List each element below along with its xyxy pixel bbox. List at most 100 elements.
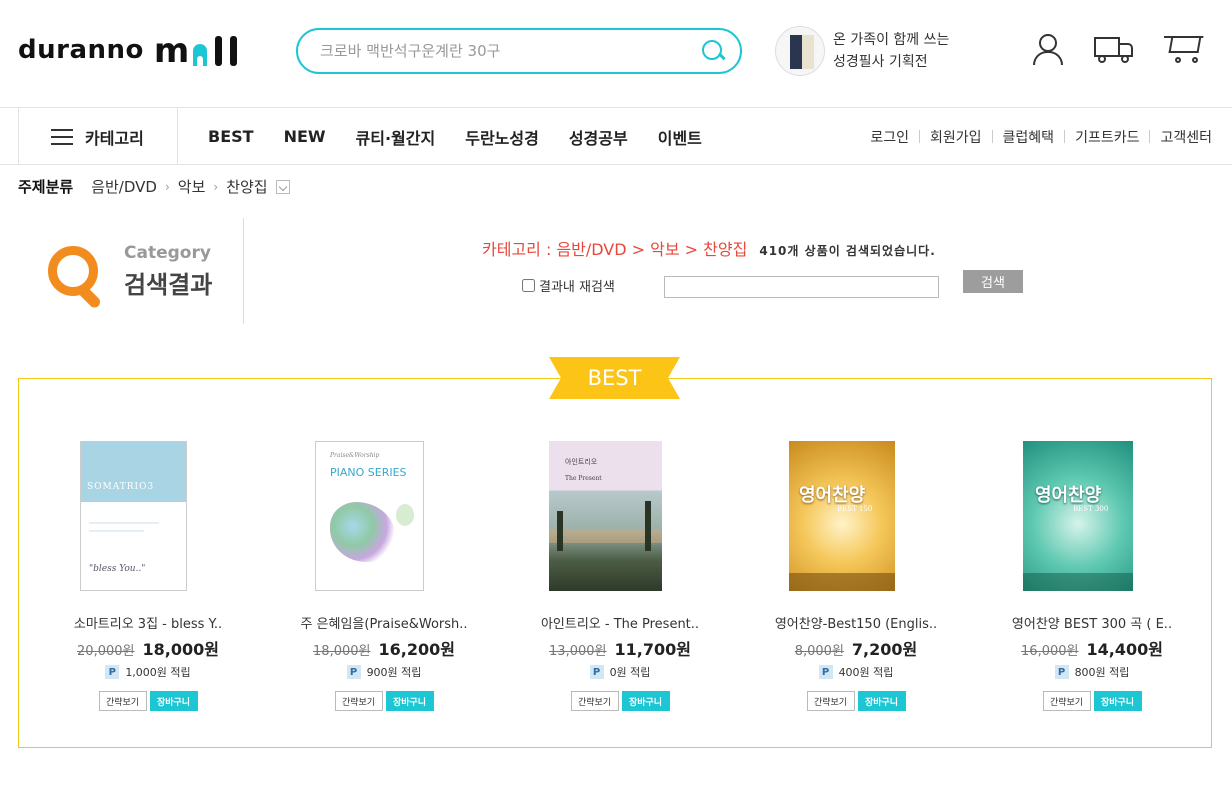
- points-text: 800원 적립: [1074, 666, 1130, 679]
- promo-text: 온 가족이 함께 쓰는 성경필사 기획전: [833, 29, 949, 73]
- customer-center-link[interactable]: 고객센터: [1160, 127, 1212, 147]
- hamburger-icon: [51, 128, 73, 145]
- sale-price: 18,000원: [142, 640, 219, 659]
- product-name[interactable]: 주 은혜임을(Praise&Worsh..: [266, 613, 502, 632]
- product-prices: 13,000원 11,700원: [502, 636, 738, 660]
- research-checkbox-label[interactable]: 결과내 재검색: [522, 276, 615, 295]
- divider: [991, 130, 993, 143]
- add-to-cart-button[interactable]: 장바구니: [1093, 691, 1142, 711]
- promo-thumbnail: [775, 26, 825, 76]
- logo[interactable]: duranno m: [18, 30, 238, 70]
- cover-title: SOMATRIO3: [87, 482, 155, 492]
- breadcrumb-item-3[interactable]: 찬양집: [226, 176, 267, 197]
- product-name[interactable]: 영어찬양 BEST 300 곡 ( E..: [974, 613, 1210, 632]
- result-count: 410개 상품이 검색되었습니다.: [759, 244, 936, 258]
- sale-price: 11,700원: [614, 640, 691, 659]
- product-prices: 16,000원 14,400원: [974, 636, 1210, 660]
- cart-icon[interactable]: [1164, 32, 1204, 66]
- product-points: P 900원 적립: [266, 664, 502, 680]
- breadcrumb-item-2[interactable]: 악보: [178, 176, 206, 197]
- product-name[interactable]: 아인트리오 - The Present..: [502, 613, 738, 632]
- research-search-button[interactable]: 검색: [963, 270, 1023, 293]
- result-title-ko: 검색결과: [124, 270, 213, 299]
- promo-line1: 온 가족이 함께 쓰는: [833, 32, 950, 48]
- result-heading: Category 검색결과: [46, 240, 212, 302]
- delivery-truck-icon[interactable]: [1092, 32, 1136, 66]
- search-input[interactable]: [320, 42, 700, 60]
- add-to-cart-button[interactable]: 장바구니: [149, 691, 198, 711]
- product-buttons: 간략보기 장바구니: [266, 691, 502, 711]
- product-name[interactable]: 소마트리오 3집 - bless Y..: [30, 613, 266, 632]
- original-price: 16,000원: [1021, 644, 1079, 659]
- product-cover[interactable]: SOMATRIO3 "bless You..": [80, 441, 187, 591]
- point-icon: P: [818, 665, 833, 679]
- promo-banner[interactable]: 온 가족이 함께 쓰는 성경필사 기획전: [775, 26, 949, 76]
- research-label: 결과내 재검색: [539, 280, 615, 295]
- search-icon[interactable]: [700, 38, 726, 64]
- chevron-right-icon: ›: [213, 179, 219, 194]
- product-cover[interactable]: 영어찬양 BEST 150: [789, 441, 895, 591]
- quick-view-button[interactable]: 간략보기: [334, 691, 383, 711]
- result-title-words: Category 검색결과: [124, 243, 212, 300]
- points-text: 400원 적립: [838, 666, 894, 679]
- header: duranno m 온 가족이 함께 쓰는 성경필사 기획전: [0, 0, 1232, 107]
- club-benefit-link[interactable]: 클럽혜택: [1003, 127, 1055, 147]
- product-prices: 18,000원 16,200원: [266, 636, 502, 660]
- util-links: 로그인 회원가입 클럽혜택 기프트카드 고객센터: [870, 108, 1212, 165]
- point-icon: P: [589, 665, 604, 679]
- menu-event[interactable]: 이벤트: [658, 125, 702, 149]
- point-icon: P: [105, 665, 120, 679]
- product-cover[interactable]: Praise&Worship PIANO SERIES: [315, 441, 424, 591]
- add-to-cart-button[interactable]: 장바구니: [621, 691, 670, 711]
- breadcrumb-item-1[interactable]: 음반/DVD: [91, 176, 157, 197]
- add-to-cart-button[interactable]: 장바구니: [857, 691, 906, 711]
- original-price: 20,000원: [77, 644, 135, 659]
- original-price: 13,000원: [549, 644, 607, 659]
- logo-bar-1: [215, 36, 223, 66]
- signup-link[interactable]: 회원가입: [930, 127, 982, 147]
- menu-best[interactable]: BEST: [208, 127, 254, 146]
- research-input[interactable]: [664, 276, 939, 298]
- promo-line2: 성경필사 기획전: [833, 54, 928, 70]
- product-prices: 8,000원 7,200원: [738, 636, 974, 660]
- menu-qt-monthly[interactable]: 큐티·월간지: [356, 125, 436, 149]
- gift-card-link[interactable]: 기프트카드: [1075, 127, 1139, 147]
- divider: [919, 130, 920, 143]
- user-icon[interactable]: [1030, 32, 1064, 66]
- product-cover[interactable]: 영어찬양 BEST 300: [1023, 441, 1133, 591]
- cover-subtitle: The Present: [565, 475, 602, 482]
- logo-a-shape: [193, 40, 208, 66]
- result-path: 카테고리 : 음반/DVD > 악보 > 찬양집: [482, 240, 748, 259]
- product-points: P 1,000원 적립: [30, 664, 266, 680]
- menu-bible-study[interactable]: 성경공부: [569, 125, 628, 149]
- quick-view-button[interactable]: 간략보기: [806, 691, 855, 711]
- product-name[interactable]: 영어찬양-Best150 (Englis..: [738, 613, 974, 632]
- cover-subtitle: BEST 150: [837, 505, 873, 513]
- product-buttons: 간략보기 장바구니: [974, 691, 1210, 711]
- divider: [1064, 130, 1066, 143]
- main-nav: 카테고리 BEST NEW 큐티·월간지 두란노성경 성경공부 이벤트 로그인 …: [0, 107, 1232, 165]
- category-menu-button[interactable]: 카테고리: [18, 108, 178, 165]
- result-title-en: Category: [124, 242, 211, 263]
- cover-title: PIANO SERIES: [330, 466, 407, 479]
- login-link[interactable]: 로그인: [870, 127, 909, 147]
- category-label: 카테고리: [85, 128, 144, 148]
- menu-duranno-bible[interactable]: 두란노성경: [465, 125, 539, 149]
- product-points: P 800원 적립: [974, 664, 1210, 680]
- logo-mall: m: [154, 34, 238, 68]
- cover-subtitle: Praise&Worship: [330, 452, 380, 459]
- quick-view-button[interactable]: 간략보기: [98, 691, 147, 711]
- product-buttons: 간략보기 장바구니: [30, 691, 266, 711]
- menu-new[interactable]: NEW: [284, 127, 326, 146]
- chevron-down-icon[interactable]: [275, 179, 290, 194]
- header-icons: [1030, 32, 1204, 66]
- add-to-cart-button[interactable]: 장바구니: [385, 691, 434, 711]
- product-points: P 400원 적립: [738, 664, 974, 680]
- research-checkbox[interactable]: [522, 279, 535, 292]
- product-prices: 20,000원 18,000원: [30, 636, 266, 660]
- product-cover[interactable]: 아인트리오 The Present: [549, 441, 662, 591]
- cover-title: 영어찬양: [1035, 485, 1102, 506]
- quick-view-button[interactable]: 간략보기: [1042, 691, 1091, 711]
- quick-view-button[interactable]: 간략보기: [570, 691, 619, 711]
- point-icon: P: [1054, 665, 1069, 679]
